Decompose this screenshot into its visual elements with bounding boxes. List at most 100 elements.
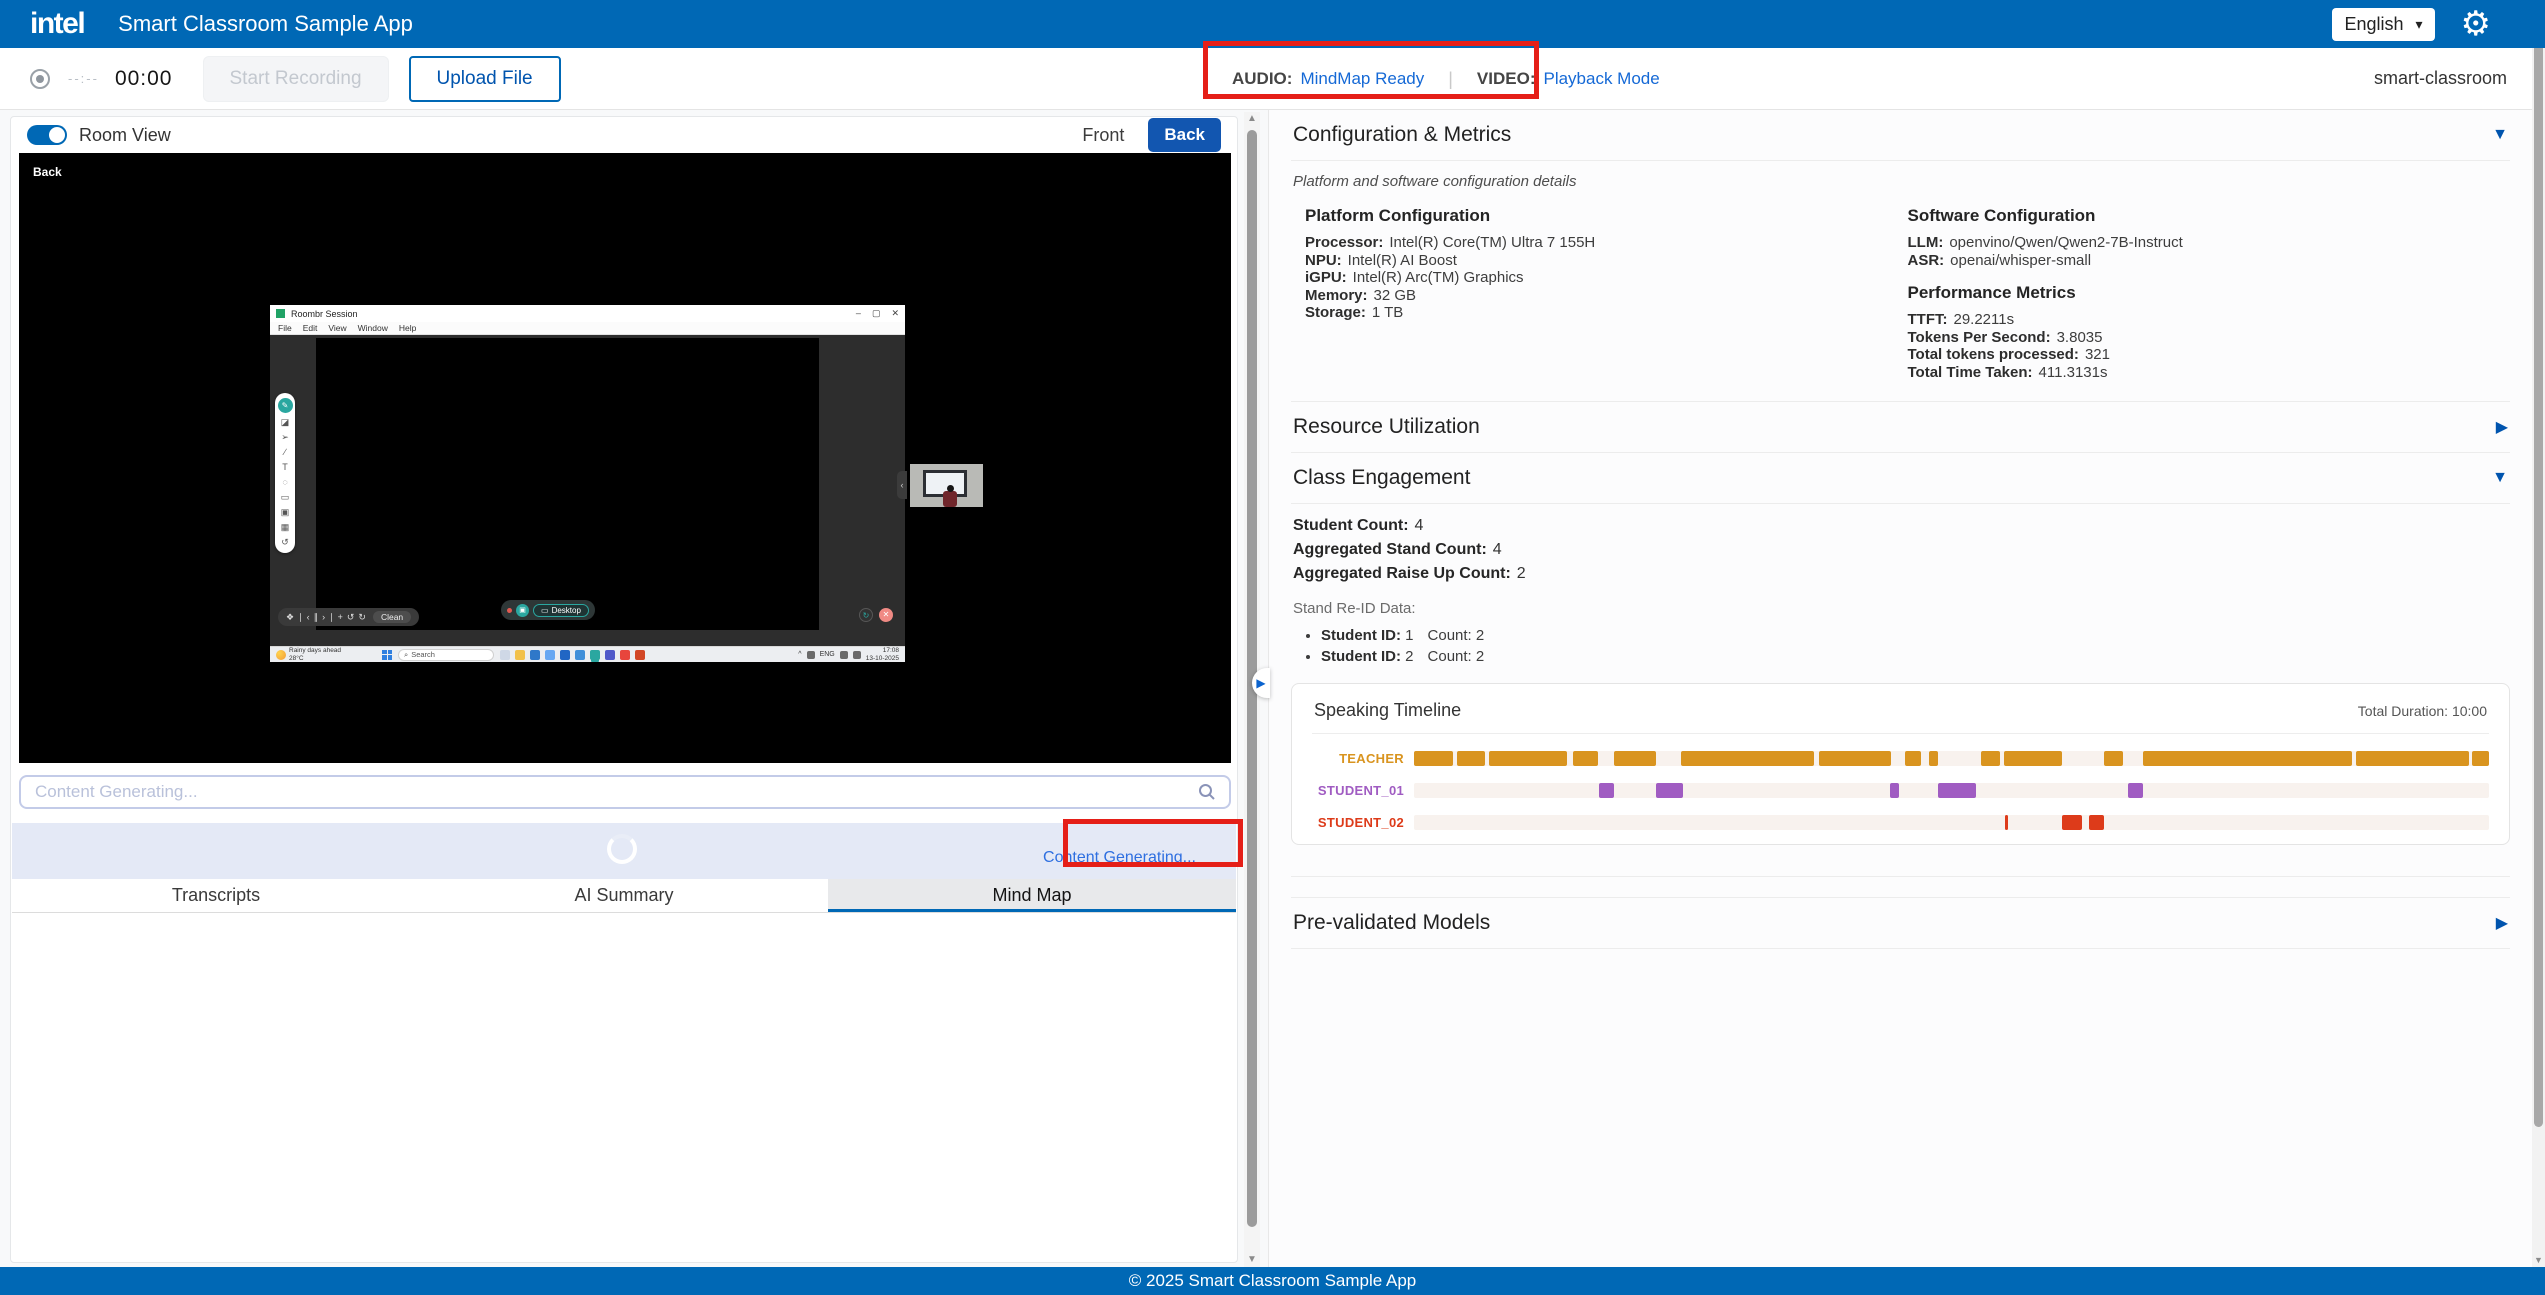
collapse-triangle-icon[interactable]: ▼	[2492, 126, 2508, 144]
scroll-down-icon[interactable]: ▼	[1244, 1253, 1260, 1267]
tab-mind-map[interactable]: Mind Map	[828, 879, 1236, 912]
whiteboard-body: ✎◪➢∕T◌▭▣▦↺ ❖∣‹∥›∣+↺↻Clean ▣ ▭ Desktop ↻ …	[270, 335, 905, 646]
right-panel-scrollbar[interactable]: ▲ ▼	[2532, 20, 2545, 1267]
reid-heading: Stand Re-ID Data:	[1291, 590, 2510, 619]
platform-item: iGPU:Intel(R) Arc(TM) Graphics	[1305, 269, 1908, 287]
speaking-segment	[1489, 751, 1566, 766]
store-icon	[560, 650, 570, 660]
app-footer: © 2025 Smart Classroom Sample App	[0, 1267, 2545, 1295]
loading-spinner-icon	[607, 834, 637, 864]
section-class-engagement[interactable]: Class Engagement ▼	[1291, 453, 2510, 504]
windows-taskbar: Rainy days ahead 28°C ⌕ Search ^ ENG	[270, 646, 905, 662]
timer-placeholder: --:--	[68, 71, 99, 86]
platform-item: NPU:Intel(R) AI Boost	[1305, 252, 1908, 270]
teacher-figure	[943, 491, 957, 507]
configuration-columns: Platform ConfigurationProcessor:Intel(R)…	[1291, 190, 2510, 401]
teams-icon	[605, 650, 615, 660]
language-select[interactable]: English ▾	[2332, 8, 2434, 41]
record-dot-icon	[507, 608, 512, 613]
section-configuration-metrics[interactable]: Configuration & Metrics ▼	[1291, 110, 2510, 161]
speaking-timeline-card: Speaking Timeline Total Duration: 10:00 …	[1291, 683, 2510, 845]
speaking-segment	[2089, 815, 2104, 830]
teacher-head	[947, 485, 954, 492]
powerpoint-icon	[635, 650, 645, 660]
line-tool: ∕	[284, 447, 286, 458]
speaking-segment	[2104, 751, 2123, 766]
expand-triangle-icon[interactable]: ▶	[2496, 913, 2508, 933]
back-camera-button[interactable]: Back	[1148, 118, 1221, 152]
engagement-metric: Student Count:4	[1293, 518, 2508, 534]
room-view-toggle[interactable]	[27, 125, 67, 145]
section-resource-utilization[interactable]: Resource Utilization ▶	[1291, 401, 2510, 453]
session-name: smart-classroom	[2374, 68, 2515, 89]
performance-item: Tokens Per Second:3.8035	[1908, 329, 2511, 347]
expand-triangle-icon[interactable]: ▶	[2496, 417, 2508, 437]
weather-text: Rainy days ahead 28°C	[289, 647, 341, 662]
board-icon: ▣	[516, 604, 529, 617]
taskbar-icons	[500, 650, 645, 660]
speaking-segment	[2005, 815, 2008, 830]
webcam-thumbnail	[910, 464, 983, 507]
engagement-metric: Aggregated Stand Count:4	[1293, 542, 2508, 558]
thumbnail-collapse-handle[interactable]: ‹	[897, 471, 907, 499]
timeline-speaker-label: TEACHER	[1312, 751, 1404, 766]
platform-item: Storage:1 TB	[1305, 304, 1908, 322]
desktop-mode-label: Desktop	[552, 606, 581, 615]
paste-tool: ▣	[281, 507, 290, 518]
board-control-icon-6: +	[338, 612, 343, 622]
board-control-icon-3: ∥	[314, 612, 319, 623]
status-bar: AUDIO: MindMap Ready | VIDEO: Playback M…	[1232, 48, 1660, 110]
tray-clock: 17:08 13-10-2025	[866, 647, 899, 663]
performance-item: Total Time Taken:411.3131s	[1908, 364, 2511, 382]
whiteboard-bottom-controls: ❖∣‹∥›∣+↺↻Clean	[278, 608, 419, 626]
performance-item: TTFT:29.2211s	[1908, 311, 2511, 329]
start-recording-button[interactable]: Start Recording	[203, 56, 389, 102]
video-status-value: Playback Mode	[1543, 69, 1659, 89]
app-title: Smart Classroom Sample App	[118, 11, 413, 37]
top-app-bar: intel Smart Classroom Sample App English…	[0, 0, 2545, 48]
window-app-icon	[276, 309, 285, 318]
front-camera-button[interactable]: Front	[1066, 119, 1140, 152]
taskbar-weather: Rainy days ahead 28°C	[276, 647, 376, 662]
scrollbar-thumb[interactable]	[2534, 38, 2543, 1127]
gear-icon[interactable]: ⚙	[2461, 7, 2491, 41]
speaking-segment	[1614, 751, 1656, 766]
speaking-segment	[1599, 783, 1614, 798]
platform-item: Memory:32 GB	[1305, 287, 1908, 305]
close-icon: ✕	[891, 308, 899, 319]
whiteboard-corner-buttons: ↻ ✕	[859, 608, 893, 622]
tab-ai-summary[interactable]: AI Summary	[420, 879, 828, 912]
speaking-segment	[1656, 783, 1683, 798]
metrics-panel: Configuration & Metrics ▼ Platform and s…	[1268, 110, 2532, 1267]
video-status-label: VIDEO:	[1477, 69, 1536, 89]
speaking-segment	[1981, 751, 2000, 766]
reid-item: Student ID: 1Count: 2	[1321, 625, 2510, 646]
section-prevalidated-models[interactable]: Pre-validated Models ▶	[1291, 897, 2510, 949]
tab-transcripts[interactable]: Transcripts	[12, 879, 420, 912]
upload-file-button[interactable]: Upload File	[409, 56, 561, 102]
topbar-actions: English ▾ ⚙	[2332, 7, 2515, 41]
history-tool: ↺	[281, 537, 289, 548]
performance-heading: Performance Metrics	[1908, 283, 2511, 303]
recording-toolbar: --:-- 00:00 Start Recording Upload File …	[0, 48, 2545, 110]
audio-status-label: AUDIO:	[1232, 69, 1292, 89]
performance-metrics-group: Performance Metrics TTFT:29.2211sTokens P…	[1908, 283, 2511, 381]
collapse-triangle-icon[interactable]: ▼	[2492, 469, 2508, 487]
software-heading: Software Configuration	[1908, 206, 2511, 226]
scroll-up-icon[interactable]: ▲	[1244, 112, 1260, 126]
reid-list: Student ID: 1Count: 2Student ID: 2Count:…	[1321, 625, 2510, 667]
whiteboard-canvas	[316, 338, 819, 630]
video-corner-label: Back	[33, 165, 62, 179]
window-menubar: FileEditViewWindowHelp	[270, 322, 905, 335]
content-generating-link[interactable]: Content Generating...	[1043, 849, 1196, 867]
pen-tool: ✎	[278, 398, 293, 413]
board-control-icon-2: ‹	[307, 612, 310, 622]
window-titlebar: Roombr Session –▢✕	[270, 305, 905, 322]
scroll-down-icon[interactable]: ▼	[2532, 1253, 2545, 1267]
content-search-input[interactable]	[19, 775, 1231, 809]
speaking-segment	[1573, 751, 1598, 766]
timeline-row-student_02: STUDENT_02	[1312, 815, 2489, 830]
chrome-icon	[620, 650, 630, 660]
maximize-icon: ▢	[872, 308, 881, 319]
search-icon[interactable]	[1197, 782, 1217, 802]
